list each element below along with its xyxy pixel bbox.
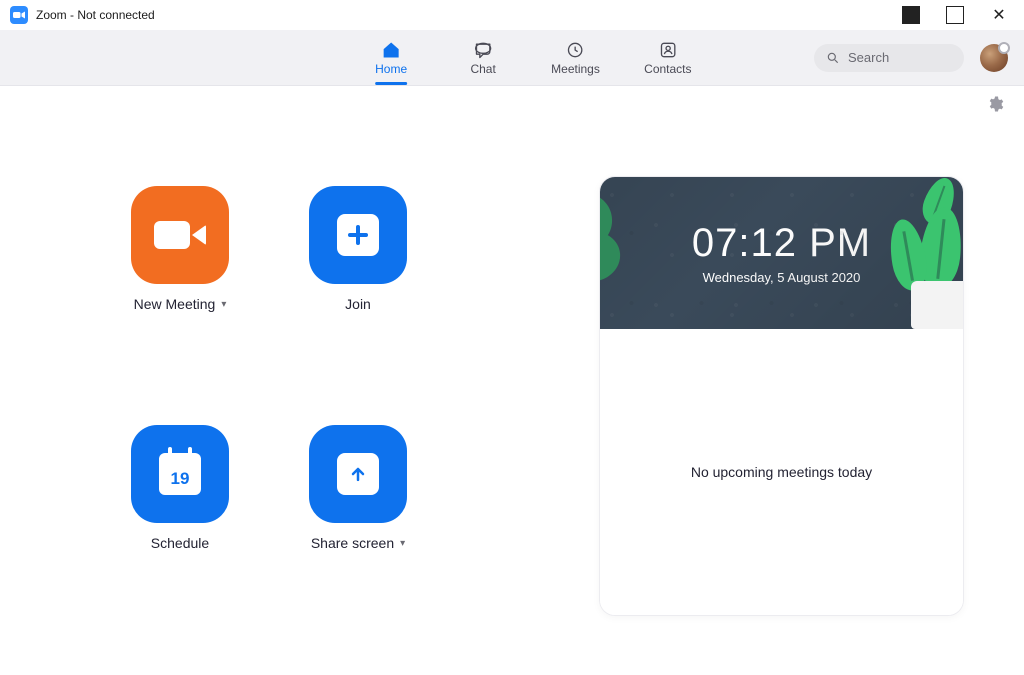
calendar-day-number: 19 [171, 469, 190, 495]
tab-meetings[interactable]: Meetings [551, 40, 600, 76]
window-titlebar: Zoom - Not connected ✕ [0, 0, 1024, 30]
top-nav: Home Chat Meetings Contacts Search [0, 30, 1024, 86]
plant-decoration-left [600, 177, 660, 329]
settings-button[interactable] [986, 95, 1004, 118]
no-meetings-message: No upcoming meetings today [691, 464, 872, 480]
window-maximize-button[interactable] [946, 6, 964, 24]
share-screen-button[interactable] [309, 425, 407, 523]
tab-meetings-label: Meetings [551, 62, 600, 76]
chevron-down-icon[interactable]: ▾ [400, 538, 405, 549]
share-screen-label: Share screen [311, 535, 394, 551]
arrow-up-icon [337, 453, 379, 495]
dashboard-body: No upcoming meetings today [600, 329, 963, 615]
zoom-app-icon [10, 6, 28, 24]
tab-contacts-label: Contacts [644, 62, 691, 76]
tab-chat-label: Chat [470, 62, 495, 76]
search-placeholder: Search [848, 50, 889, 65]
home-icon [381, 40, 401, 60]
plant-decoration-right [863, 177, 963, 329]
nav-tabs-group: Home Chat Meetings Contacts [332, 40, 692, 76]
schedule-button[interactable]: 19 [131, 425, 229, 523]
video-icon [154, 221, 206, 249]
chevron-down-icon[interactable]: ▾ [221, 299, 226, 310]
calendar-icon: 19 [159, 453, 201, 495]
window-close-button[interactable]: ✕ [990, 6, 1008, 24]
main-area: New Meeting ▾ Join 19 Schedule [0, 126, 1024, 656]
new-meeting-button[interactable] [131, 186, 229, 284]
action-schedule: 19 Schedule [100, 425, 260, 616]
contacts-icon [658, 40, 678, 60]
action-grid: New Meeting ▾ Join 19 Schedule [100, 186, 438, 616]
dashboard-header: 07:12 PM Wednesday, 5 August 2020 [600, 177, 963, 329]
window-controls: ✕ [902, 6, 1014, 24]
tab-home[interactable]: Home [367, 40, 415, 76]
tab-chat[interactable]: Chat [459, 40, 507, 76]
window-minimize-button[interactable] [902, 6, 920, 24]
action-share-screen: Share screen ▾ [278, 425, 438, 616]
action-join: Join [278, 186, 438, 377]
dashboard-panel: 07:12 PM Wednesday, 5 August 2020 No upc… [599, 176, 964, 616]
plus-icon [337, 214, 379, 256]
settings-row [0, 86, 1024, 126]
window-title: Zoom - Not connected [36, 8, 155, 22]
gear-icon [986, 95, 1004, 113]
schedule-label: Schedule [151, 535, 209, 551]
join-label: Join [345, 296, 371, 312]
chat-icon [473, 40, 493, 60]
tab-contacts[interactable]: Contacts [644, 40, 692, 76]
profile-avatar[interactable] [980, 44, 1008, 72]
action-new-meeting: New Meeting ▾ [100, 186, 260, 377]
tab-home-label: Home [375, 62, 407, 76]
join-button[interactable] [309, 186, 407, 284]
search-icon [826, 51, 840, 65]
new-meeting-label: New Meeting [134, 296, 216, 312]
search-input[interactable]: Search [814, 44, 964, 72]
clock-icon [565, 40, 585, 60]
